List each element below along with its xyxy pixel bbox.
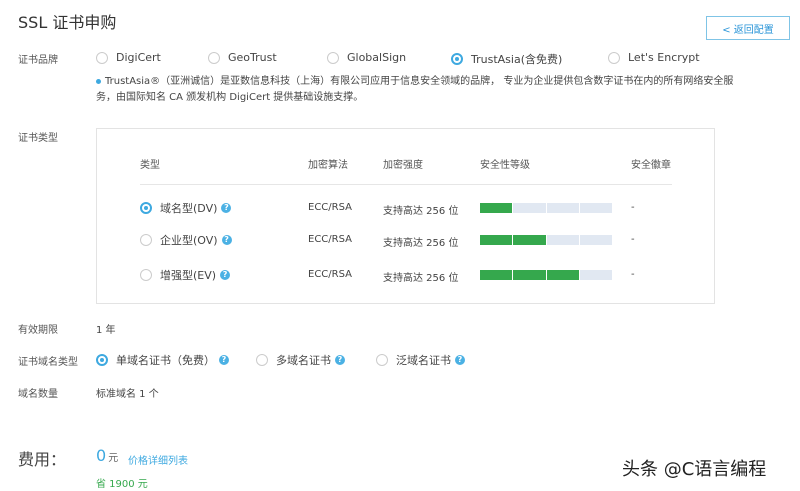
radio-icon[interactable] xyxy=(451,53,463,65)
domain-type-label: 单域名证书（免费） xyxy=(116,354,215,367)
radio-icon[interactable] xyxy=(608,51,620,64)
domain-type-option[interactable]: 单域名证书（免费）? xyxy=(96,352,229,368)
domain-type-label: 泛域名证书 xyxy=(396,354,451,367)
help-icon[interactable]: ? xyxy=(221,203,232,213)
level-segment xyxy=(513,235,546,245)
validity-value: 1 年 xyxy=(96,325,116,336)
radio-icon[interactable] xyxy=(140,202,152,214)
brand-description-cont: 务，由国际知名 CA 颁发机构 DigiCert 提供基础设施支撑。 xyxy=(96,92,364,103)
security-level-bar xyxy=(480,270,612,280)
radio-icon[interactable] xyxy=(256,354,268,366)
level-segment xyxy=(546,203,579,213)
level-segment xyxy=(546,235,579,245)
level-segment xyxy=(579,235,612,245)
domain-type-label: 多域名证书 xyxy=(276,354,331,367)
page-title: SSL 证书申购 xyxy=(18,13,117,32)
header-strength: 加密强度 xyxy=(383,160,423,171)
fee-unit: 元 xyxy=(108,453,119,464)
fee-label: 费用： xyxy=(18,450,67,469)
radio-icon[interactable] xyxy=(140,234,152,246)
badge-cell: - xyxy=(631,202,635,213)
radio-icon[interactable] xyxy=(376,354,388,366)
brand-option-label: GeoTrust xyxy=(228,51,277,64)
brand-option[interactable]: DigiCert xyxy=(96,51,161,64)
strength-cell: 支持高达 256 位 xyxy=(383,273,459,284)
level-segment xyxy=(513,270,546,280)
badge-cell: - xyxy=(631,269,635,280)
brand-option-label: GlobalSign xyxy=(347,51,407,64)
type-label: 增强型(EV) xyxy=(160,269,217,282)
brand-option[interactable]: GlobalSign xyxy=(327,51,406,64)
domain-count-value: 标准域名 1 个 xyxy=(96,389,159,400)
brand-option-label: Let's Encrypt xyxy=(628,51,700,64)
help-icon[interactable]: ? xyxy=(335,355,345,365)
radio-icon[interactable] xyxy=(208,51,220,64)
type-option[interactable]: 企业型(OV)? xyxy=(140,232,232,248)
header-badge: 安全徽章 xyxy=(631,160,671,171)
level-segment xyxy=(579,203,612,213)
algo-cell: ECC/RSA xyxy=(308,234,352,245)
watermark: 头条 @C语言编程 xyxy=(622,459,767,480)
strength-cell: 支持高达 256 位 xyxy=(383,238,459,249)
radio-icon[interactable] xyxy=(327,51,339,64)
validity-label: 有效期限 xyxy=(18,325,58,336)
algo-cell: ECC/RSA xyxy=(308,202,352,213)
radio-icon[interactable] xyxy=(96,354,108,366)
saving-text: 省 1900 元 xyxy=(96,479,148,490)
security-level-bar xyxy=(480,235,612,245)
type-option[interactable]: 域名型(DV)? xyxy=(140,200,232,216)
level-segment xyxy=(480,235,513,245)
back-to-config-button[interactable]: < 返回配置 xyxy=(706,16,790,40)
help-icon[interactable]: ? xyxy=(220,270,231,280)
brand-option-label: DigiCert xyxy=(116,51,161,64)
radio-icon[interactable] xyxy=(96,51,108,64)
level-segment xyxy=(513,203,546,213)
fee-amount: 0元 xyxy=(96,446,118,465)
level-segment xyxy=(546,270,579,280)
level-segment xyxy=(480,203,513,213)
brand-option[interactable]: Let's Encrypt xyxy=(608,51,700,64)
brand-option-label: TrustAsia(含免费) xyxy=(471,53,563,66)
badge-cell: - xyxy=(631,234,635,245)
strength-cell: 支持高达 256 位 xyxy=(383,206,459,217)
domain-type-label: 证书域名类型 xyxy=(18,357,78,368)
header-divider xyxy=(140,184,672,185)
brand-option[interactable]: GeoTrust xyxy=(208,51,277,64)
security-level-bar xyxy=(480,203,612,213)
header-algo: 加密算法 xyxy=(308,160,348,171)
header-type: 类型 xyxy=(140,160,160,171)
help-icon[interactable]: ? xyxy=(455,355,465,365)
header-level: 安全性等级 xyxy=(480,160,530,171)
domain-count-label: 域名数量 xyxy=(18,389,58,400)
cert-type-label: 证书类型 xyxy=(18,133,58,144)
description-line: TrustAsia®（亚洲诚信）是亚数信息科技（上海）有限公司应用于信息安全领域… xyxy=(105,76,734,87)
radio-icon[interactable] xyxy=(140,269,152,281)
fee-number: 0 xyxy=(96,446,107,465)
help-icon[interactable]: ? xyxy=(221,235,232,245)
brand-description: TrustAsia®（亚洲诚信）是亚数信息科技（上海）有限公司应用于信息安全领域… xyxy=(96,72,733,87)
domain-type-option[interactable]: 泛域名证书? xyxy=(376,352,465,368)
type-option[interactable]: 增强型(EV)? xyxy=(140,267,231,283)
help-icon[interactable]: ? xyxy=(219,355,229,365)
type-label: 企业型(OV) xyxy=(160,234,218,247)
level-segment xyxy=(480,270,513,280)
type-label: 域名型(DV) xyxy=(160,202,218,215)
domain-type-option[interactable]: 多域名证书? xyxy=(256,352,345,368)
brand-option[interactable]: TrustAsia(含免费) xyxy=(451,51,562,67)
bullet-icon xyxy=(96,78,101,84)
algo-cell: ECC/RSA xyxy=(308,269,352,280)
price-detail-link[interactable]: 价格详细列表 xyxy=(128,452,188,467)
brand-label: 证书品牌 xyxy=(18,55,58,66)
level-segment xyxy=(579,270,612,280)
